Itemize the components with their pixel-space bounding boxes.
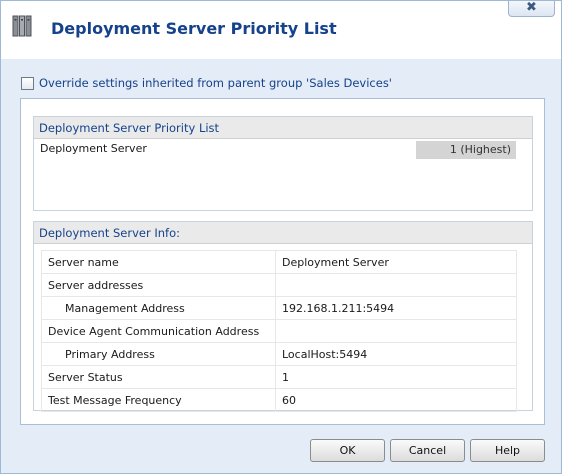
table-row: Server Status 1	[41, 365, 517, 389]
table-row: Test Message Frequency 60	[41, 388, 517, 412]
server-info-header: Deployment Server Info:	[34, 222, 532, 244]
table-row: Server name Deployment Server	[41, 250, 517, 274]
info-value	[275, 273, 517, 297]
info-label: Server addresses	[41, 273, 276, 297]
dialog-title: Deployment Server Priority List	[51, 19, 337, 38]
info-label: Server name	[41, 250, 276, 274]
close-button[interactable]: ✖	[508, 1, 555, 17]
priority-value: 1 (Highest)	[416, 141, 516, 159]
info-value: Deployment Server	[275, 250, 517, 274]
help-button[interactable]: Help	[470, 439, 545, 462]
info-label: Server Status	[41, 365, 276, 389]
content-panel: Deployment Server Priority List Deployme…	[20, 98, 545, 425]
info-label: Device Agent Communication Address	[41, 319, 276, 343]
override-checkbox-label: Override settings inherited from parent …	[39, 76, 392, 90]
dialog-window: Deployment Server Priority List ✖ Overri…	[0, 0, 562, 474]
table-row: Management Address 192.168.1.211:5494	[41, 296, 517, 320]
table-row: Server addresses	[41, 273, 517, 297]
info-label: Primary Address	[41, 342, 276, 366]
cancel-button[interactable]: Cancel	[390, 439, 465, 462]
info-label: Test Message Frequency	[41, 388, 276, 412]
override-setting-row[interactable]: Override settings inherited from parent …	[21, 75, 392, 91]
info-value	[275, 319, 517, 343]
server-info-table: Server name Deployment Server Server add…	[41, 250, 517, 412]
server-stack-icon	[12, 15, 32, 37]
info-label: Management Address	[41, 296, 276, 320]
info-value: 192.168.1.211:5494	[275, 296, 517, 320]
table-row: Primary Address LocalHost:5494	[41, 342, 517, 366]
info-value: LocalHost:5494	[275, 342, 517, 366]
table-row: Device Agent Communication Address	[41, 319, 517, 343]
ok-button[interactable]: OK	[310, 439, 385, 462]
info-value: 1	[275, 365, 517, 389]
title-bar: Deployment Server Priority List ✖	[1, 1, 561, 59]
override-checkbox[interactable]	[21, 76, 34, 90]
info-value: 60	[275, 388, 517, 412]
priority-list-header: Deployment Server Priority List	[34, 117, 532, 139]
close-icon: ✖	[526, 0, 537, 15]
server-info-section: Deployment Server Info: Server name Depl…	[33, 221, 533, 412]
priority-server-name: Deployment Server	[40, 142, 147, 155]
priority-list-section: Deployment Server Priority List Deployme…	[33, 116, 533, 211]
priority-list-row[interactable]: Deployment Server 1 (Highest)	[34, 139, 532, 159]
